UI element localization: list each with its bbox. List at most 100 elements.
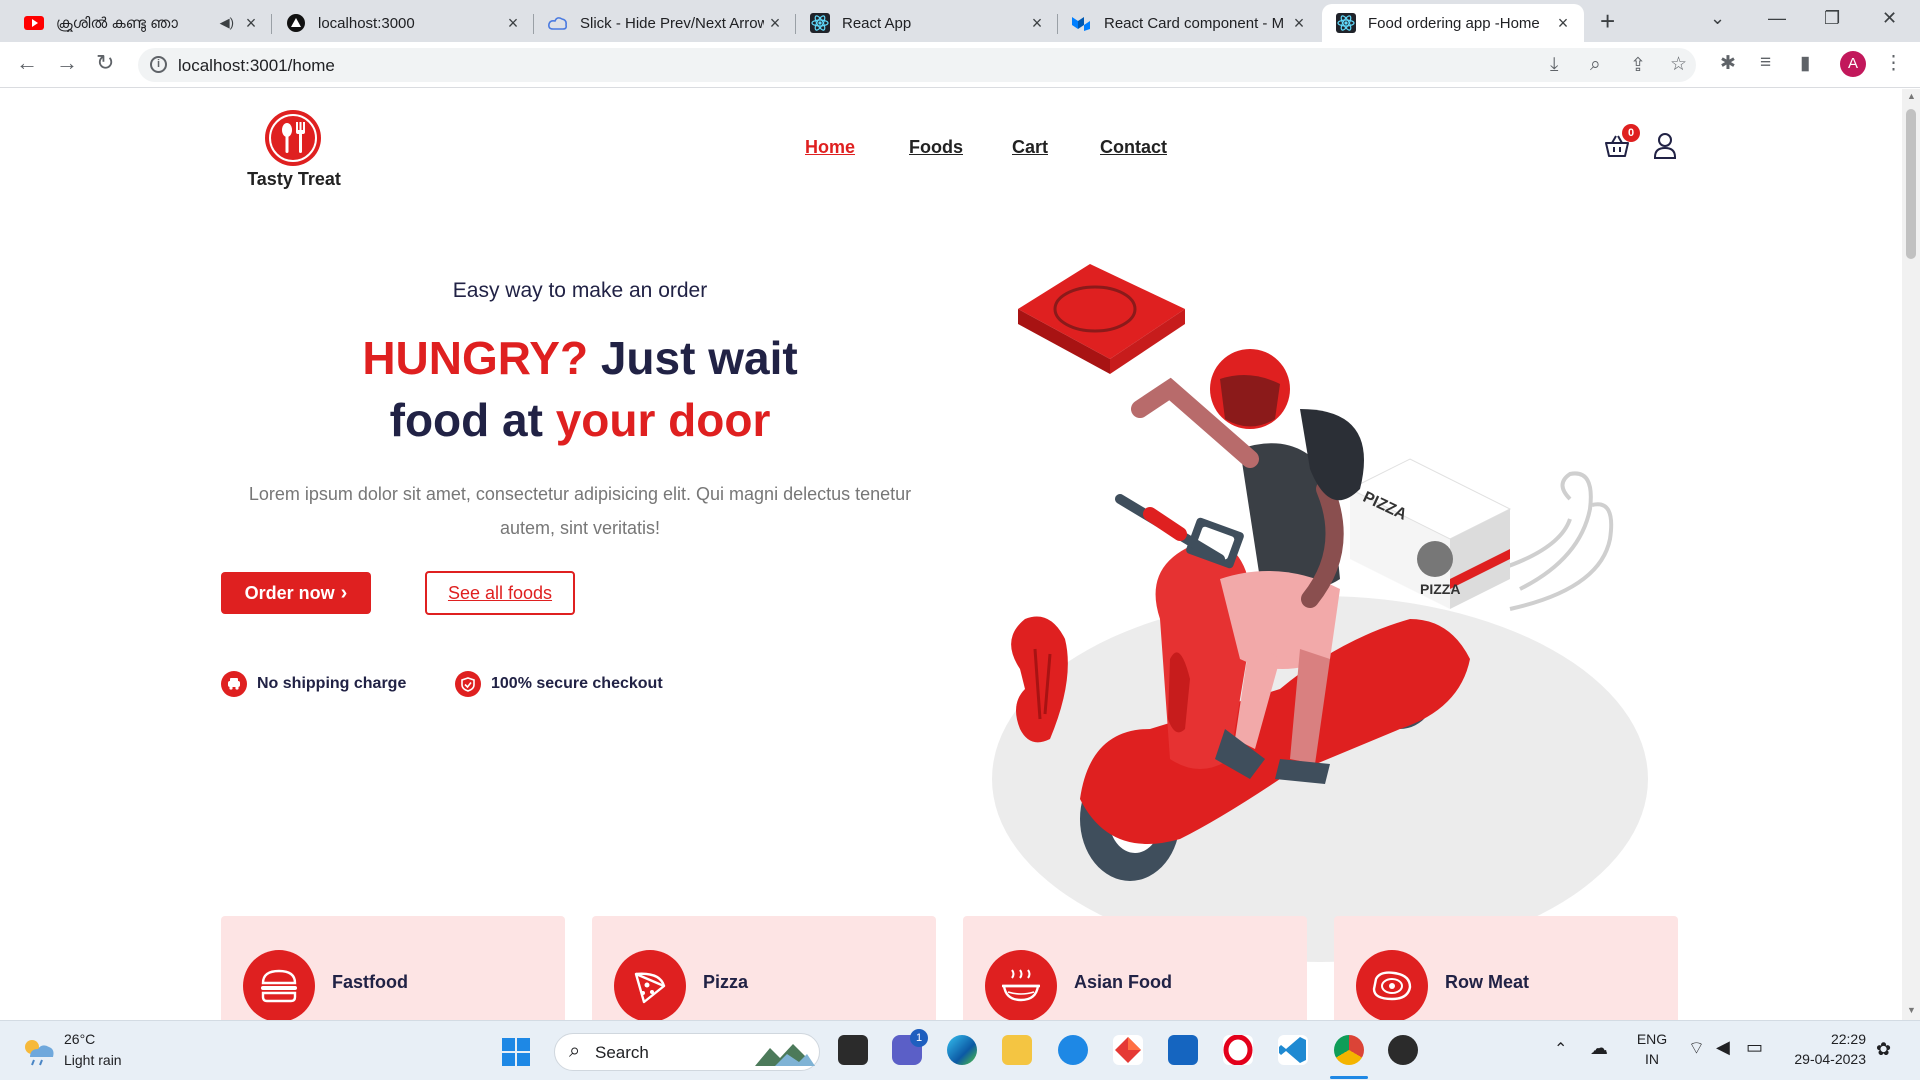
scrollbar-thumb[interactable] — [1906, 109, 1916, 259]
hero-subtitle: Easy way to make an order — [452, 279, 708, 302]
scroll-down-icon[interactable]: ▼ — [1907, 1005, 1916, 1015]
office-icon[interactable] — [1113, 1035, 1143, 1065]
new-tab-icon[interactable]: + — [1600, 6, 1615, 37]
close-tab-icon[interactable]: × — [240, 13, 262, 34]
nav-home[interactable]: Home — [805, 137, 855, 158]
user-icon[interactable] — [1653, 131, 1677, 159]
zoom-icon[interactable]: ⌕ — [1590, 54, 1601, 76]
restore-icon[interactable]: ❐ — [1824, 8, 1840, 29]
weather-temperature[interactable]: 26°C — [64, 1031, 95, 1047]
taskbar-search[interactable]: ⌕ Search — [554, 1033, 820, 1071]
pizza-icon — [614, 950, 686, 1020]
input-language[interactable]: ENG — [1634, 1031, 1670, 1047]
outlook-icon[interactable] — [1058, 1035, 1088, 1065]
edge-browser-icon[interactable] — [947, 1035, 977, 1065]
volume-icon[interactable]: ◀︎ — [1716, 1037, 1730, 1058]
more-menu-icon[interactable]: ⋮ — [1884, 52, 1903, 75]
hero-title-food-at: food at — [389, 394, 556, 446]
whatsapp-icon[interactable] — [1388, 1035, 1418, 1065]
tab-food-ordering-active[interactable]: Food ordering app -Home × — [1322, 4, 1584, 42]
back-icon[interactable]: ← — [16, 50, 38, 76]
shield-check-icon — [455, 671, 481, 697]
logo-icon[interactable] — [264, 109, 322, 167]
cloud-icon — [548, 13, 568, 33]
youtube-icon — [24, 13, 44, 33]
cart-count-badge: 0 — [1622, 124, 1640, 142]
close-tab-icon[interactable]: × — [1026, 13, 1048, 34]
bookmark-star-icon[interactable]: ☆ — [1670, 53, 1687, 76]
browser-toolbar: ← → ↻ i localhost:3001/home ⤓ ⌕ ⇪ ☆ ✱ ≡ … — [0, 42, 1920, 88]
tab-title: Slick - Hide Prev/Next Arrows — [580, 14, 764, 32]
feature-label: 100% secure checkout — [491, 675, 663, 692]
opera-icon[interactable] — [1223, 1034, 1253, 1066]
tab-slick[interactable]: Slick - Hide Prev/Next Arrows × — [534, 4, 796, 42]
tab-react-card[interactable]: React Card component - M × — [1058, 4, 1320, 42]
media-controls-icon[interactable]: ≡ — [1760, 52, 1771, 74]
speaker-icon[interactable]: ◀︎) — [220, 15, 234, 31]
file-explorer-icon[interactable] — [1002, 1035, 1032, 1065]
category-fastfood[interactable]: Fastfood — [221, 916, 565, 1020]
hero-title-wait: Just wait — [588, 332, 798, 384]
tab-title: React Card component - M — [1104, 14, 1285, 32]
tab-youtube[interactable]: ക്രൂശിൽ കണ്ടു ഞാ ◀︎) × — [10, 4, 272, 42]
weather-rain-icon[interactable] — [20, 1035, 56, 1067]
close-tab-icon[interactable]: × — [764, 13, 786, 34]
wifi-icon[interactable]: ⌔ — [1688, 1037, 1705, 1060]
search-icon: ⌕ — [569, 1040, 581, 1062]
share-icon[interactable]: ⇪ — [1630, 54, 1646, 77]
profile-avatar[interactable]: A — [1840, 51, 1866, 77]
search-highlight-icon — [755, 1044, 815, 1066]
nav-cart[interactable]: Cart — [1012, 137, 1048, 158]
teams-badge: 1 — [910, 1029, 928, 1047]
category-row-meat[interactable]: Row Meat — [1334, 916, 1678, 1020]
category-pizza[interactable]: Pizza — [592, 916, 936, 1020]
meat-icon — [1356, 950, 1428, 1020]
minimize-icon[interactable]: — — [1768, 8, 1786, 29]
tab-search-chevron-icon[interactable]: ⌄ — [1710, 8, 1725, 29]
forward-icon[interactable]: → — [56, 50, 78, 76]
see-all-foods-button[interactable]: See all foods — [425, 571, 575, 615]
close-tab-icon[interactable]: × — [1552, 13, 1574, 34]
close-tab-icon[interactable]: × — [1288, 13, 1310, 34]
close-window-icon[interactable]: ✕ — [1882, 8, 1897, 29]
mui-icon — [1072, 13, 1092, 33]
onedrive-icon[interactable]: ☁ — [1590, 1038, 1608, 1059]
tab-title: localhost:3000 — [318, 14, 415, 32]
battery-icon[interactable]: ▭ — [1746, 1037, 1763, 1058]
hero-title-hungry: HUNGRY? — [362, 332, 589, 384]
page-scrollbar[interactable]: ▲ ▼ — [1902, 89, 1920, 1020]
windows-start-icon[interactable] — [502, 1038, 530, 1066]
clock-time[interactable]: 22:29 — [1780, 1031, 1866, 1047]
tab-title: ക്രൂശിൽ കണ്ടു ഞാ — [56, 14, 178, 32]
side-panel-icon[interactable]: ▮ — [1800, 52, 1810, 75]
delivery-scooter-illustration: PIZZA PIZZA — [992, 264, 1648, 962]
scroll-up-icon[interactable]: ▲ — [1907, 91, 1916, 101]
tab-react-app[interactable]: React App × — [796, 4, 1058, 42]
site-info-icon[interactable]: i — [150, 56, 167, 73]
vscode-icon[interactable] — [1278, 1035, 1308, 1065]
react-icon — [810, 13, 830, 33]
notifications-icon[interactable]: ✿ — [1876, 1039, 1891, 1060]
hero-title-your-door: your door — [555, 394, 771, 446]
clock-date[interactable]: 29-04-2023 — [1770, 1051, 1866, 1067]
close-tab-icon[interactable]: × — [502, 13, 524, 34]
microsoft-store-icon[interactable] — [1168, 1035, 1198, 1065]
order-now-button[interactable]: Order now › — [221, 572, 371, 614]
task-view-icon[interactable] — [838, 1035, 868, 1065]
nav-contact[interactable]: Contact — [1100, 137, 1167, 158]
input-region[interactable]: IN — [1634, 1051, 1670, 1067]
nav-foods[interactable]: Foods — [909, 137, 963, 158]
reload-icon[interactable]: ↻ — [96, 50, 114, 76]
show-hidden-icons-chevron[interactable]: ⌃ — [1554, 1039, 1567, 1059]
address-bar[interactable]: i localhost:3001/home ⤓ ⌕ ⇪ ☆ — [138, 48, 1696, 82]
tab-localhost-3000[interactable]: localhost:3000 × — [272, 4, 534, 42]
hero-title: HUNGRY? Just wait food at your door — [280, 327, 880, 451]
weather-description[interactable]: Light rain — [64, 1052, 122, 1068]
install-icon[interactable]: ⤓ — [1550, 54, 1558, 76]
category-asian-food[interactable]: Asian Food — [963, 916, 1307, 1020]
url-text[interactable]: localhost:3001/home — [178, 56, 335, 76]
extensions-icon[interactable]: ✱ — [1720, 52, 1736, 75]
tab-title: Food ordering app -Home — [1368, 14, 1540, 32]
search-label: Search — [595, 1043, 649, 1062]
chrome-icon[interactable] — [1334, 1035, 1364, 1065]
